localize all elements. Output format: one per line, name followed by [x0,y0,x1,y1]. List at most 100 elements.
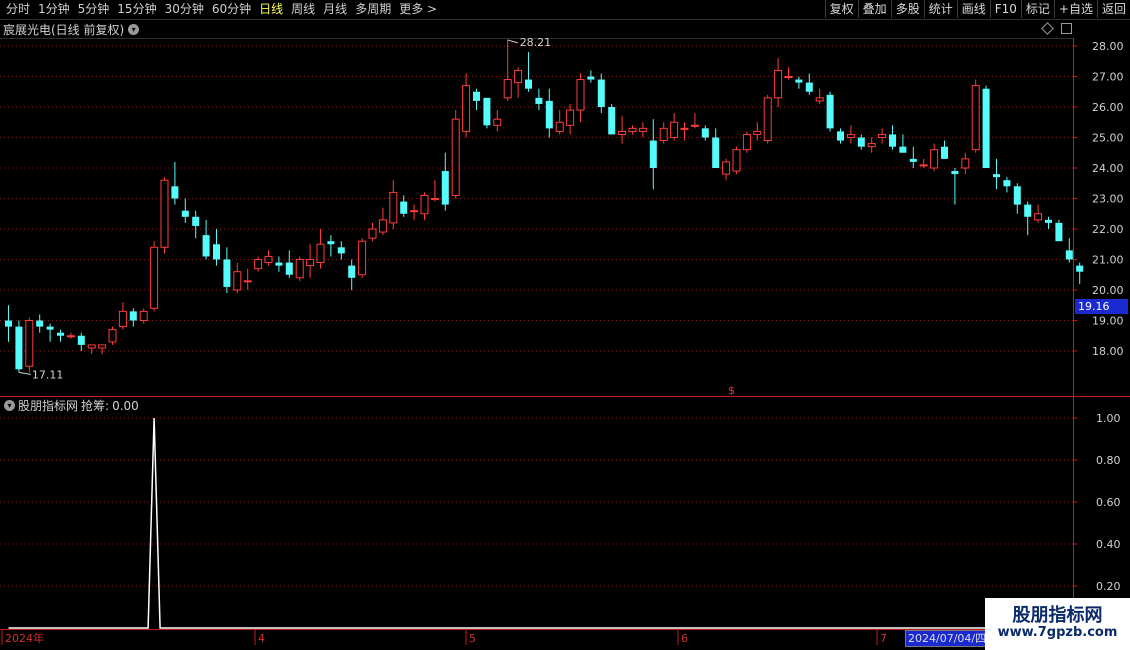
price-tick-label: 21.00 [1092,254,1124,267]
price-tick-label: 20.00 [1092,284,1124,297]
watermark-title: 股朋指标网 [1012,605,1103,626]
candle-body [555,121,564,132]
candle-body [5,320,12,327]
candle-body [275,262,283,266]
current-date-label: 2024/07/04/四 [905,630,990,647]
candle-body [930,149,939,169]
price-tick-label: 23.00 [1092,193,1124,206]
candle-body [951,171,959,175]
candle-body [171,186,179,199]
candle-body [815,97,824,102]
candle-body [223,259,231,287]
candle-body [899,146,907,153]
price-tick-label: 27.00 [1092,71,1124,84]
candle-body [36,320,44,327]
candle-body [254,259,263,270]
watermark-url: www.7gpzb.com [997,625,1118,640]
price-tick-label: 26.00 [1092,101,1124,114]
candle-body [795,79,803,83]
signal-line [8,417,1080,629]
candle-body [389,191,398,224]
candle-body [742,133,751,151]
candle-body [909,158,917,162]
candle-body [878,133,887,138]
price-tick-label: 28.00 [1092,40,1124,53]
candle-body [483,97,491,126]
candle-body [451,118,460,196]
high-pointer [507,39,518,44]
candle-body [514,69,523,84]
candle-body [1003,180,1011,187]
candle-body [774,69,783,99]
candle-body [1065,250,1073,260]
time-label: 6 [681,632,688,645]
candle-body [638,127,647,132]
candle-body [493,118,502,126]
candle-body [993,174,1000,178]
candle-body [181,210,189,217]
candle-body [160,179,169,248]
candle-body [1055,222,1063,242]
candle-body [1045,219,1052,223]
candle-body [805,82,813,92]
watermark: 股朋指标网 www.7gpzb.com [985,598,1130,650]
candle-body [690,124,699,127]
candle-body [701,128,709,138]
candle-body [150,246,159,309]
candle-body [961,158,970,169]
high-price-label: 28.21 [520,36,552,49]
candle-body [576,79,585,111]
candle-body [192,216,200,226]
candle-body [316,243,325,264]
candle-body [25,320,34,367]
price-tick-label: 25.00 [1092,132,1124,145]
candle-body [473,91,480,101]
candle-body [971,85,980,151]
candle-body [982,88,990,168]
ind-tick-label: 0.60 [1096,496,1121,509]
candle-body [941,146,948,159]
ind-tick-label: 1.00 [1096,412,1121,425]
candle-body [430,198,439,200]
ind-tick-label: 0.20 [1096,580,1121,593]
kline-chart[interactable]: 28.00 27.00 26.00 25.00 24.00 23.00 22.00 21.00… [0,0,1130,650]
candle-body [889,134,896,147]
candle-body [535,97,543,104]
candle-body [525,79,532,89]
candle-body [77,335,85,345]
candle-body [566,109,575,126]
time-label: 5 [469,632,476,645]
candle-body [784,76,793,78]
candle-body [327,241,335,245]
candle-body [98,344,107,349]
candle-body [420,194,429,215]
candle-body [378,219,387,233]
candle-body [1034,213,1043,221]
candle-body [243,280,252,283]
candle-body [659,127,668,142]
candle-body [867,143,876,148]
time-label: 7 [880,632,887,645]
candle-body [118,310,127,328]
candle-body [87,344,96,349]
price-tick-label: 18.00 [1092,345,1124,358]
candle-body [618,130,627,135]
price-tick-label: 24.00 [1092,162,1124,175]
candle-body [597,79,605,107]
candle-body [649,140,657,168]
candle-body [732,149,741,172]
candle-body [348,265,356,278]
current-price-label: 19.16 [1075,299,1128,314]
candle-body [66,335,75,338]
candle-body [919,164,928,167]
time-label: 2024年 [5,631,44,645]
candle-body [264,255,273,264]
candle-body [400,201,408,214]
candle-body [763,97,772,142]
ind-tick-label: 0.40 [1096,538,1121,551]
candle-body [462,85,471,132]
candle-body [306,259,315,267]
candle-body [233,271,242,291]
candle-body [712,137,720,168]
time-label: 4 [258,632,265,645]
